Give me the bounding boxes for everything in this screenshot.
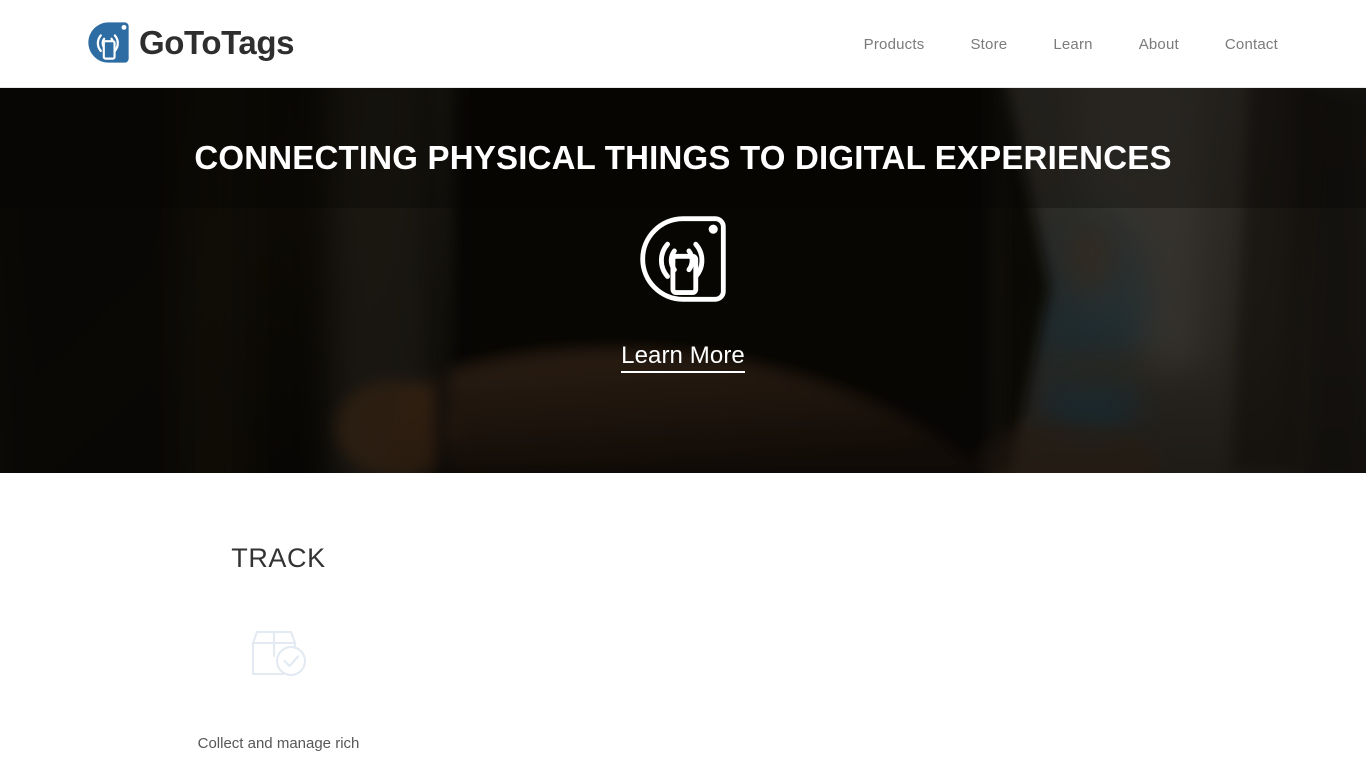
nav-item-store[interactable]: Store	[947, 37, 1030, 52]
package-check-icon	[249, 628, 309, 680]
features-section: TRACK Collect and manage rich	[0, 473, 1366, 768]
nav-item-about[interactable]: About	[1116, 37, 1202, 52]
nav-item-contact[interactable]: Contact	[1202, 37, 1278, 52]
gototags-nfc-logo-icon	[87, 21, 130, 64]
hero-headline: CONNECTING PHYSICAL THINGS TO DIGITAL EX…	[194, 139, 1172, 176]
hero-content: CONNECTING PHYSICAL THINGS TO DIGITAL EX…	[0, 88, 1366, 473]
brand-name: GoToTags	[139, 24, 295, 61]
hero-section: CONNECTING PHYSICAL THINGS TO DIGITAL EX…	[0, 88, 1366, 473]
site-header: GoToTags Products Store Learn About Cont…	[0, 0, 1366, 88]
feature-description: Collect and manage rich	[197, 735, 360, 752]
main-navigation: Products Store Learn About Contact	[841, 0, 1278, 88]
gototags-nfc-phone-icon	[640, 216, 726, 302]
nav-item-products[interactable]: Products	[841, 37, 948, 52]
brand-logo-link[interactable]: GoToTags	[87, 21, 294, 64]
feature-title: TRACK	[231, 543, 326, 573]
learn-more-link[interactable]: Learn More	[621, 344, 745, 373]
feature-card-track: TRACK Collect and manage rich	[187, 545, 370, 755]
nav-item-learn[interactable]: Learn	[1030, 37, 1115, 52]
